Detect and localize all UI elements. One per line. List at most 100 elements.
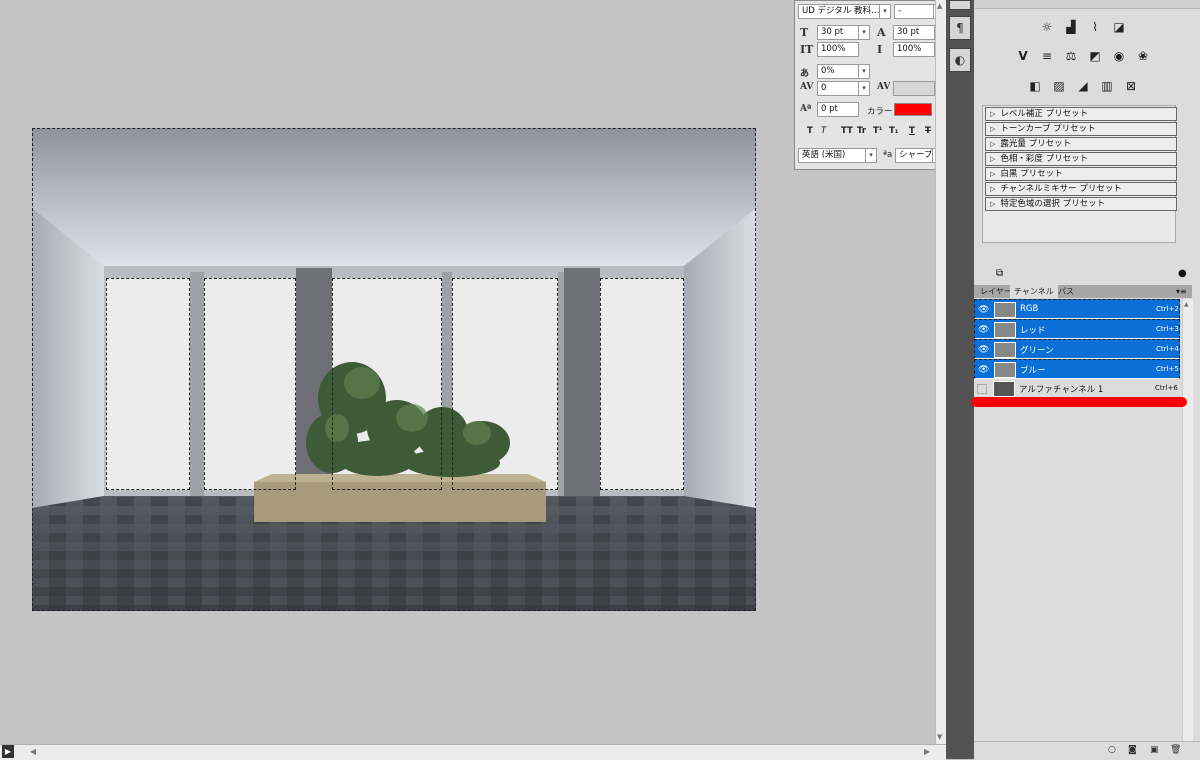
vibrance-icon[interactable]: V <box>1014 47 1032 65</box>
expand-triangle-icon: ▷ <box>990 155 996 163</box>
adjustment-presets-list: ▷ レベル補正 プリセット ▷ トーンカーブ プリセット ▷ 露光量 プリセット ▷ 色… <box>982 105 1177 243</box>
delete-channel-icon[interactable]: 🗑 <box>1170 745 1181 755</box>
baseline-shift-field[interactable]: 0 pt <box>817 102 859 117</box>
play-icon[interactable]: ▶ <box>2 745 14 758</box>
exposure-icon[interactable]: ◪ <box>1110 18 1128 36</box>
leading-field[interactable]: 30 pt <box>893 25 935 40</box>
eye-icon[interactable]: 👁 <box>978 325 989 335</box>
kerning-dropdown-arrow[interactable]: ▾ <box>858 81 870 96</box>
eye-icon[interactable]: 👁 <box>978 305 989 315</box>
scroll-right-icon[interactable]: ▶ <box>924 747 930 756</box>
reset-icon[interactable]: ● <box>1178 268 1187 279</box>
clip-to-layer-icon[interactable]: ⧉ <box>996 268 1003 279</box>
document-image[interactable] <box>32 128 756 611</box>
font-family-select[interactable]: UD デジタル 教科… <box>798 4 880 19</box>
faux-italic-button[interactable]: T <box>821 126 826 136</box>
paragraph-panel-icon[interactable]: ¶ <box>949 16 971 40</box>
hue-saturation-icon[interactable]: ≡ <box>1038 47 1056 65</box>
font-size-icon: T <box>800 26 809 39</box>
scroll-down-icon[interactable]: ▼ <box>937 733 942 741</box>
horizontal-scrollbar[interactable]: ▶ ◀ ▶ <box>0 744 946 760</box>
visibility-toggle-empty[interactable] <box>977 384 987 394</box>
font-style-select[interactable]: - <box>894 4 934 19</box>
panel-tab-bar: レイヤー チャンネル パス ▾≡ <box>974 285 1192 298</box>
panel-menu-icon[interactable]: ▾≡ <box>1172 285 1191 298</box>
language-dropdown-arrow[interactable]: ▾ <box>865 148 877 163</box>
channel-row[interactable]: 👁 レッド Ctrl+3 <box>974 319 1180 339</box>
vertical-scale-field[interactable]: 100% <box>817 42 859 57</box>
subscript-button[interactable]: T₁ <box>889 126 899 136</box>
invert-icon[interactable]: ◧ <box>1026 77 1044 95</box>
expand-triangle-icon: ▷ <box>990 185 996 193</box>
black-white-icon[interactable]: ◩ <box>1086 47 1104 65</box>
preset-item[interactable]: ▷ チャンネルミキサー プリセット <box>985 182 1177 196</box>
expand-triangle-icon: ▷ <box>990 110 996 118</box>
scroll-up-icon[interactable]: ▲ <box>1184 301 1189 308</box>
tsume-field[interactable]: 0% <box>817 64 859 79</box>
eye-icon[interactable]: 👁 <box>978 365 989 375</box>
swatches-panel-icon[interactable]: ◐ <box>949 48 971 72</box>
channel-thumbnail <box>994 322 1016 338</box>
threshold-icon[interactable]: ◢ <box>1074 77 1092 95</box>
color-balance-icon[interactable]: ⚖ <box>1062 47 1080 65</box>
underline-button[interactable]: T <box>909 126 915 136</box>
new-channel-icon[interactable]: ▣ <box>1150 745 1159 755</box>
horizontal-scale-field[interactable]: 100% <box>893 42 935 57</box>
red-annotation-line <box>971 397 1187 407</box>
scroll-left-icon[interactable]: ◀ <box>30 747 36 756</box>
channel-mixer-icon[interactable]: ❀ <box>1134 47 1152 65</box>
selection-window-5 <box>600 278 684 490</box>
photo-filter-icon[interactable]: ◉ <box>1110 47 1128 65</box>
preset-item[interactable]: ▷ 白黒 プリセット <box>985 167 1177 181</box>
tab-channels[interactable]: チャンネル <box>1010 285 1058 298</box>
language-select[interactable]: 英語 (米国) <box>798 148 866 163</box>
kerning-icon: AV <box>800 82 814 92</box>
selection-window-2 <box>204 278 296 490</box>
font-family-dropdown-arrow[interactable]: ▾ <box>879 4 891 19</box>
text-color-swatch[interactable] <box>894 103 932 116</box>
kerning-field[interactable]: 0 <box>817 81 859 96</box>
preset-item[interactable]: ▷ レベル補正 プリセット <box>985 107 1177 121</box>
load-channel-as-selection-icon[interactable]: ○ <box>1108 745 1116 755</box>
expand-triangle-icon: ▷ <box>990 125 996 133</box>
channels-scrollbar[interactable]: ▲ <box>1182 299 1193 741</box>
tsume-icon: あ <box>800 69 810 79</box>
channel-row[interactable]: アルファチャンネル 1 Ctrl+6 <box>974 379 1180 399</box>
preset-item[interactable]: ▷ 露光量 プリセット <box>985 137 1177 151</box>
channel-row[interactable]: 👁 グリーン Ctrl+4 <box>974 339 1180 359</box>
expand-triangle-icon: ▷ <box>990 170 996 178</box>
levels-icon[interactable]: ▟ <box>1062 18 1080 36</box>
selection-window-3 <box>332 278 442 490</box>
tracking-field[interactable] <box>893 81 935 96</box>
channels-footer: ○ ◙ ▣ 🗑 <box>974 741 1200 760</box>
preset-item[interactable]: ▷ トーンカーブ プリセット <box>985 122 1177 136</box>
scroll-up-icon[interactable]: ▲ <box>937 2 942 10</box>
character-panel-icon[interactable] <box>949 0 971 10</box>
right-panel-column: ☼ ▟ ⌇ ◪ V ≡ ⚖ ◩ ◉ ❀ ◧ ▨ ◢ ▥ ⊠ ▷ レベル補正 プリセ… <box>974 0 1200 760</box>
posterize-icon[interactable]: ▨ <box>1050 77 1068 95</box>
strikethrough-button[interactable]: T <box>925 126 931 136</box>
preset-item[interactable]: ▷ 色相・彩度 プリセット <box>985 152 1177 166</box>
tab-paths[interactable]: パス <box>1054 285 1078 298</box>
baseline-shift-icon: Aª <box>800 104 812 114</box>
selective-color-icon[interactable]: ⊠ <box>1122 77 1140 95</box>
save-selection-as-channel-icon[interactable]: ◙ <box>1128 745 1137 755</box>
tsume-dropdown-arrow[interactable]: ▾ <box>858 64 870 79</box>
preset-item[interactable]: ▷ 特定色域の選択 プリセット <box>985 197 1177 211</box>
font-size-field[interactable]: 30 pt <box>817 25 859 40</box>
brightness-contrast-icon[interactable]: ☼ <box>1038 18 1056 36</box>
small-caps-button[interactable]: Tr <box>857 126 866 136</box>
channel-row[interactable]: 👁 RGB Ctrl+2 <box>974 299 1180 319</box>
canvas-workspace[interactable]: UD デジタル 教科… ▾ - ▾ T 30 pt ▾ A 30 pt ▾ IT… <box>0 0 948 744</box>
eye-icon[interactable]: 👁 <box>978 345 989 355</box>
gradient-map-icon[interactable]: ▥ <box>1098 77 1116 95</box>
all-caps-button[interactable]: TT <box>841 126 853 136</box>
faux-bold-button[interactable]: T <box>807 126 813 136</box>
channel-row[interactable]: 👁 ブルー Ctrl+5 <box>974 359 1180 379</box>
superscript-button[interactable]: T¹ <box>873 126 883 136</box>
channel-thumbnail <box>994 302 1016 318</box>
antialias-select[interactable]: シャープ <box>895 148 933 163</box>
channel-thumbnail <box>994 342 1016 358</box>
curves-icon[interactable]: ⌇ <box>1086 18 1104 36</box>
font-size-dropdown-arrow[interactable]: ▾ <box>858 25 870 40</box>
